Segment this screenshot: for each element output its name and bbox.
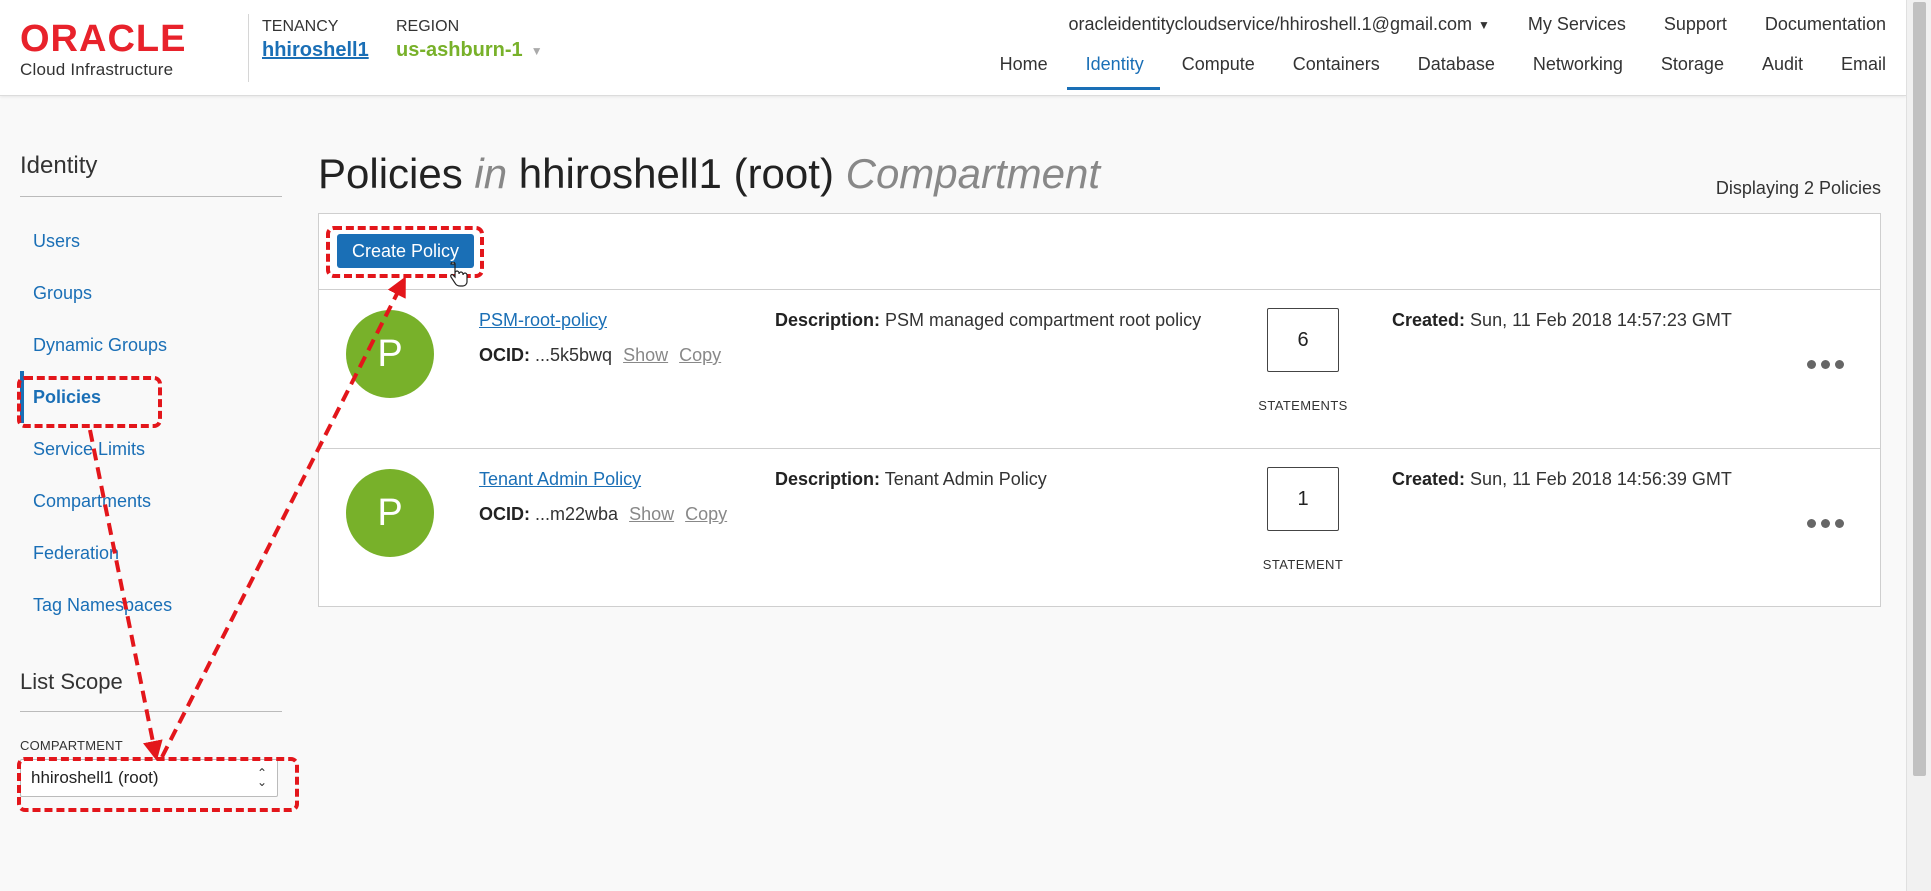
updown-arrows-icon: ⌃ ⌄ bbox=[256, 766, 267, 789]
nav-networking[interactable]: Networking bbox=[1533, 54, 1623, 89]
sidebar-item-policies[interactable]: Policies bbox=[20, 371, 282, 423]
user-name: oracleidentitycloudservice/hhiroshell.1@… bbox=[1068, 14, 1472, 34]
tenancy-label: TENANCY bbox=[262, 18, 339, 35]
nav-identity[interactable]: Identity bbox=[1066, 54, 1160, 90]
description-value: PSM managed compartment root policy bbox=[885, 310, 1202, 330]
title-suffix: Compartment bbox=[845, 150, 1101, 197]
region-label: REGION bbox=[396, 18, 460, 35]
policy-created: Created: Sun, 11 Feb 2018 14:56:39 GMT bbox=[1392, 469, 1732, 490]
statement-label: STATEMENT bbox=[1262, 557, 1344, 572]
top-header: ORACLE Cloud Infrastructure TENANCY hhir… bbox=[0, 0, 1906, 96]
vertical-scrollbar[interactable] bbox=[1906, 0, 1931, 891]
policy-count: Displaying 2 Policies bbox=[1715, 178, 1881, 198]
statement-count: 6 bbox=[1267, 308, 1339, 372]
policy-name-link[interactable]: PSM-root-policy bbox=[479, 310, 607, 331]
tenancy-block: TENANCY hhiroshell1 bbox=[262, 18, 369, 62]
sidebar: Identity Users Groups Dynamic Groups Pol… bbox=[20, 152, 282, 797]
documentation-link[interactable]: Documentation bbox=[1765, 14, 1886, 35]
ocid-copy-link[interactable]: Copy bbox=[685, 504, 727, 524]
sidebar-item-dynamic-groups[interactable]: Dynamic Groups bbox=[20, 319, 282, 371]
policy-name-link[interactable]: Tenant Admin Policy bbox=[479, 469, 641, 490]
description-label: Description: bbox=[775, 469, 881, 489]
nav-audit[interactable]: Audit bbox=[1762, 54, 1803, 89]
header-divider bbox=[248, 14, 249, 82]
more-actions-icon[interactable] bbox=[1807, 519, 1844, 528]
title-prefix: Policies bbox=[318, 150, 463, 197]
policy-description: Description: PSM managed compartment roo… bbox=[775, 310, 1201, 331]
panel-toolbar: Create Policy bbox=[319, 214, 1880, 290]
title-in: in bbox=[474, 150, 508, 197]
compartment-value: hhiroshell1 (root) bbox=[31, 768, 159, 787]
created-value: Sun, 11 Feb 2018 14:57:23 GMT bbox=[1470, 310, 1732, 330]
sidebar-item-compartments[interactable]: Compartments bbox=[20, 475, 282, 527]
ocid-label: OCID: bbox=[479, 504, 530, 524]
policies-panel: Create Policy P PSM-root-policy OCID: ..… bbox=[318, 213, 1881, 607]
top-links: oracleidentitycloudservice/hhiroshell.1@… bbox=[1069, 14, 1886, 35]
ocid-copy-link[interactable]: Copy bbox=[679, 345, 721, 365]
ocid-value: ...5k5bwq bbox=[535, 345, 613, 365]
avatar: P bbox=[346, 310, 434, 398]
region-value: us-ashburn-1 bbox=[396, 39, 523, 61]
ocid-label: OCID: bbox=[479, 345, 530, 365]
table-row: P Tenant Admin Policy OCID: ...m22wba Sh… bbox=[319, 449, 1880, 608]
nav-compute[interactable]: Compute bbox=[1182, 54, 1255, 89]
support-link[interactable]: Support bbox=[1664, 14, 1727, 35]
main-nav: Home Identity Compute Containers Databas… bbox=[1000, 54, 1886, 90]
ocid-line: OCID: ...5k5bwq Show Copy bbox=[479, 345, 721, 366]
ocid-line: OCID: ...m22wba Show Copy bbox=[479, 504, 727, 525]
ocid-show-link[interactable]: Show bbox=[623, 345, 668, 365]
caret-down-icon: ▼ bbox=[1477, 17, 1490, 32]
description-value: Tenant Admin Policy bbox=[884, 469, 1047, 489]
description-label: Description: bbox=[775, 310, 881, 330]
logo-subtitle: Cloud Infrastructure bbox=[20, 60, 174, 79]
sidebar-item-users[interactable]: Users bbox=[20, 215, 282, 267]
sidebar-item-tag-namespaces[interactable]: Tag Namespaces bbox=[20, 579, 282, 631]
user-menu[interactable]: oracleidentitycloudservice/hhiroshell.1@… bbox=[1069, 14, 1490, 35]
ocid-value: ...m22wba bbox=[535, 504, 619, 524]
page-title: Policies in hhiroshell1 (root) Compartme… bbox=[318, 150, 1100, 198]
sidebar-item-service-limits[interactable]: Service Limits bbox=[20, 423, 282, 475]
compartment-select[interactable]: hhiroshell1 (root) ⌃ ⌄ bbox=[20, 759, 278, 797]
sidebar-item-groups[interactable]: Groups bbox=[20, 267, 282, 319]
nav-storage[interactable]: Storage bbox=[1661, 54, 1724, 89]
nav-home[interactable]: Home bbox=[1000, 54, 1048, 89]
created-label: Created: bbox=[1392, 310, 1466, 330]
compartment-label: COMPARTMENT bbox=[20, 738, 123, 753]
created-value: Sun, 11 Feb 2018 14:56:39 GMT bbox=[1470, 469, 1732, 489]
my-services-link[interactable]: My Services bbox=[1528, 14, 1626, 35]
logo-wordmark: ORACLE bbox=[20, 18, 187, 60]
title-compartment-name: hhiroshell1 (root) bbox=[518, 150, 834, 197]
sidebar-title: Identity bbox=[20, 152, 282, 197]
scrollbar-thumb[interactable] bbox=[1913, 2, 1926, 776]
ocid-show-link[interactable]: Show bbox=[629, 504, 674, 524]
nav-database[interactable]: Database bbox=[1418, 54, 1495, 89]
statement-count: 1 bbox=[1267, 467, 1339, 531]
avatar: P bbox=[346, 469, 434, 557]
statement-label: STATEMENTS bbox=[1258, 398, 1348, 413]
nav-email[interactable]: Email bbox=[1841, 54, 1886, 89]
list-scope-title: List Scope bbox=[20, 669, 282, 712]
oracle-logo[interactable]: ORACLE Cloud Infrastructure bbox=[20, 18, 187, 80]
table-row: P PSM-root-policy OCID: ...5k5bwq Show C… bbox=[319, 290, 1880, 449]
created-label: Created: bbox=[1392, 469, 1466, 489]
region-selector[interactable]: us-ashburn-1 ▼ bbox=[396, 39, 543, 62]
policy-created: Created: Sun, 11 Feb 2018 14:57:23 GMT bbox=[1392, 310, 1732, 331]
nav-containers[interactable]: Containers bbox=[1293, 54, 1380, 89]
tenancy-link[interactable]: hhiroshell1 bbox=[262, 39, 369, 62]
region-block: REGION us-ashburn-1 ▼ bbox=[396, 18, 543, 62]
policy-description: Description: Tenant Admin Policy bbox=[775, 469, 1047, 490]
more-actions-icon[interactable] bbox=[1807, 360, 1844, 369]
chevron-down-icon: ▼ bbox=[530, 43, 543, 58]
sidebar-menu: Users Groups Dynamic Groups Policies Ser… bbox=[20, 215, 282, 631]
sidebar-item-federation[interactable]: Federation bbox=[20, 527, 282, 579]
mouse-pointer-icon bbox=[450, 262, 468, 287]
